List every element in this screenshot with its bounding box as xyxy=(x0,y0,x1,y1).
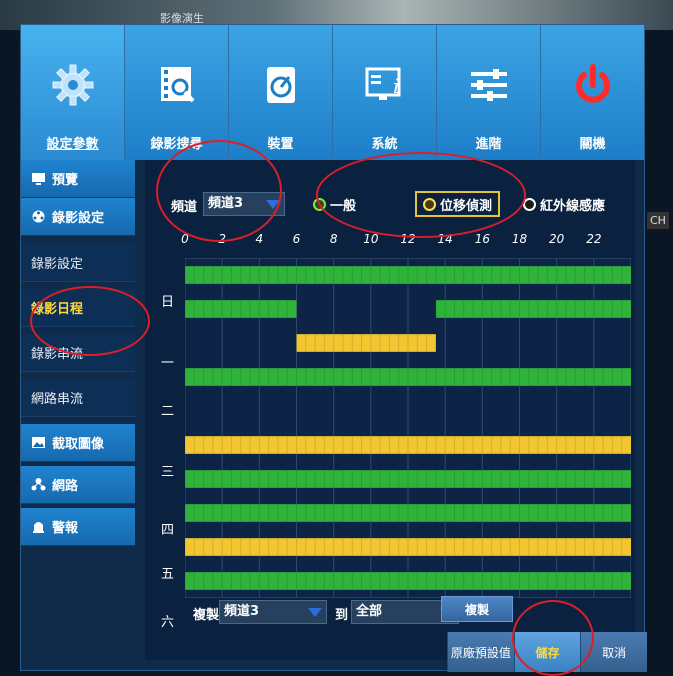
sidebar: 預覽 錄影設定 錄影設定 錄影日程 錄影串流 網路串流 截取圖像 網路 警報 xyxy=(21,160,139,570)
factory-default-button[interactable]: 原廠預設值 xyxy=(447,632,514,672)
mode-label: 紅外線感應 xyxy=(540,199,606,214)
power-icon xyxy=(575,64,610,103)
day-label: 二 xyxy=(161,403,175,419)
alarm-icon xyxy=(33,522,44,533)
radio-dot-icon xyxy=(313,198,326,211)
mode-radio-infrared[interactable]: 紅外線感應 xyxy=(523,195,605,214)
menu-device[interactable]: 裝置 xyxy=(229,25,333,160)
hour-axis: 0 2 4 6 8 10 12 14 16 18 20 22 xyxy=(181,232,631,252)
radio-dot-icon xyxy=(423,197,436,211)
footer-buttons: 原廠預設值 儲存 取消 xyxy=(447,632,648,672)
menu-label: 設定參數 xyxy=(46,137,99,152)
hour-tick-label: 8 xyxy=(329,232,338,246)
schedule-segment-motion[interactable] xyxy=(296,334,436,352)
hour-tick-label: 20 xyxy=(549,232,565,246)
hour-tick-label: 18 xyxy=(511,232,528,246)
background-edge-tag: CH xyxy=(647,212,669,229)
menu-record-search[interactable]: 錄影搜尋 xyxy=(125,25,229,160)
day-label: 日 xyxy=(161,295,175,310)
settings-window: 設定參數 錄影搜尋 裝置 i 系統 進階 關機 預覽 錄影設定 錄影設定 錄影日… xyxy=(20,24,648,672)
channel-label: 頻道 xyxy=(171,200,198,215)
copy-row: 複製 頻道3 到 全部 xyxy=(185,598,625,626)
sidebar-item-preview[interactable]: 預覽 xyxy=(21,160,135,198)
hour-tick-label: 2 xyxy=(218,232,226,246)
hour-tick-label: 12 xyxy=(400,232,416,246)
film-search-icon xyxy=(160,67,194,103)
day-label: 五 xyxy=(161,567,175,582)
copy-label: 複製 xyxy=(193,608,220,623)
sidebar-item-label: 截取圖像 xyxy=(52,437,105,452)
hour-tick-label: 16 xyxy=(474,232,490,246)
menu-label: 進階 xyxy=(475,137,502,152)
menu-system[interactable]: i 系統 xyxy=(333,25,437,160)
sidebar-item-record-settings-group[interactable]: 錄影設定 xyxy=(21,198,135,236)
schedule-segment-normal[interactable] xyxy=(435,300,631,318)
sidebar-item-record-stream[interactable]: 錄影串流 xyxy=(21,334,135,372)
mode-label: 一般 xyxy=(330,199,357,214)
sidebar-item-label: 警報 xyxy=(52,521,79,536)
sidebar-item-network[interactable]: 網路 xyxy=(21,466,135,504)
mode-label: 位移偵測 xyxy=(440,198,493,214)
sidebar-item-label: 錄影串流 xyxy=(31,347,84,362)
menu-advanced[interactable]: 進階 xyxy=(437,25,541,160)
mode-radio-motion[interactable]: 位移偵測 xyxy=(415,191,501,217)
network-icon xyxy=(31,478,46,491)
monitor-icon xyxy=(32,173,45,185)
radio-dot-icon xyxy=(523,198,536,211)
menu-label: 裝置 xyxy=(267,137,294,152)
image-icon xyxy=(32,437,45,448)
sidebar-item-label: 網路 xyxy=(52,479,79,494)
sidebar-item-network-stream[interactable]: 網路串流 xyxy=(21,379,135,417)
sidebar-item-record-schedule[interactable]: 錄影日程 xyxy=(21,289,135,327)
sidebar-item-label: 錄影日程 xyxy=(31,302,84,317)
gear-icon xyxy=(52,64,93,106)
sidebar-item-label: 預覽 xyxy=(52,173,79,188)
schedule-grid[interactable] xyxy=(185,258,631,598)
hour-tick-label: 4 xyxy=(255,232,264,246)
sidebar-item-record-settings[interactable]: 錄影設定 xyxy=(21,244,135,282)
day-label: 一 xyxy=(161,356,175,372)
copy-button[interactable]: 複製 xyxy=(441,596,513,622)
main-menu-bar: 設定參數 錄影搜尋 裝置 i 系統 進階 關機 xyxy=(21,25,644,160)
copy-from-value: 頻道3 xyxy=(224,604,260,619)
sliders-icon xyxy=(470,69,507,101)
menu-label: 錄影搜尋 xyxy=(150,137,203,152)
hour-tick-label: 0 xyxy=(181,232,189,246)
sidebar-item-label: 錄影設定 xyxy=(52,211,105,226)
schedule-panel: 頻道 頻道3 一般 位移偵測 紅外線感應 0 2 4 6 8 10 12 14 16 18 20 22… xyxy=(145,160,635,660)
menu-label: 系統 xyxy=(371,137,398,152)
hour-tick-label: 6 xyxy=(292,232,301,246)
film-reel-icon xyxy=(32,210,45,223)
hour-tick-label: 14 xyxy=(437,232,453,246)
system-info-icon: i xyxy=(365,67,400,100)
channel-select[interactable]: 頻道3 xyxy=(203,192,285,216)
day-label: 六 xyxy=(161,614,175,630)
day-label: 三 xyxy=(161,465,175,480)
disk-icon xyxy=(266,67,295,103)
channel-select-value: 頻道3 xyxy=(208,196,244,211)
chevron-down-icon xyxy=(308,608,322,617)
save-button[interactable]: 儲存 xyxy=(513,632,581,672)
chevron-down-icon xyxy=(266,200,280,209)
svg-text:i: i xyxy=(393,74,399,98)
cancel-button[interactable]: 取消 xyxy=(580,632,648,672)
day-label: 四 xyxy=(161,522,175,538)
day-axis: 日一二三四五六 xyxy=(157,258,177,630)
hour-tick-label: 10 xyxy=(363,232,379,246)
hour-tick-label: 22 xyxy=(586,232,602,246)
mode-radio-normal[interactable]: 一般 xyxy=(313,195,356,214)
sidebar-item-alarm[interactable]: 警報 xyxy=(21,508,135,546)
sidebar-item-label: 網路串流 xyxy=(31,392,84,407)
copy-from-select[interactable]: 頻道3 xyxy=(219,600,327,624)
menu-settings[interactable]: 設定參數 xyxy=(21,25,125,160)
menu-shutdown[interactable]: 關機 xyxy=(541,25,644,160)
sidebar-item-capture[interactable]: 截取圖像 xyxy=(21,424,135,462)
sidebar-item-label: 錄影設定 xyxy=(31,257,84,272)
menu-label: 關機 xyxy=(579,137,606,152)
copy-to-value: 全部 xyxy=(356,604,383,619)
copy-to-label: 到 xyxy=(335,608,349,623)
